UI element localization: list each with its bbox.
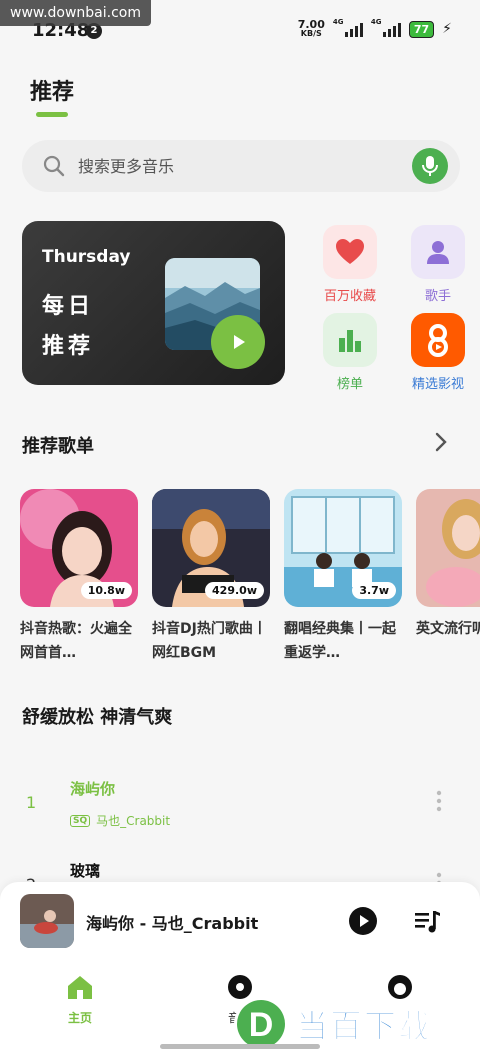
play-count-badge: 10.8w xyxy=(80,582,132,599)
home-icon xyxy=(68,976,92,999)
song-title: 海屿你 xyxy=(70,780,116,798)
playlist-cover: 10.8w xyxy=(20,489,138,607)
playlist-cover: 429.0w xyxy=(152,489,270,607)
video-icon xyxy=(411,313,465,367)
status-indicators: 7.00 KB/S 4G 4G 77 ⚡ xyxy=(297,18,452,38)
network-speed: 7.00 KB/S xyxy=(297,18,325,38)
signal-icon: 4G xyxy=(371,18,401,37)
playlist-name: 抖音DJ热门歌曲丨网红BGM xyxy=(152,621,267,661)
play-icon xyxy=(234,335,245,349)
microphone-icon xyxy=(422,156,438,176)
nav-item-home[interactable]: 主页 xyxy=(40,972,120,1026)
playlist-cover xyxy=(416,489,480,607)
song-number: 1 xyxy=(26,793,37,812)
search-input[interactable] xyxy=(78,140,398,192)
voice-search-button[interactable] xyxy=(412,148,448,184)
playlist-carousel[interactable]: 10.8w 抖音热歌：火遍全网首首… 429.0w 抖音DJ热门歌曲丨网红BGM xyxy=(20,489,480,669)
playlist-card[interactable]: 429.0w 抖音DJ热门歌曲丨网红BGM xyxy=(152,489,270,665)
playlist-card[interactable]: 3.7w 翻唱经典集丨一起重返学… xyxy=(284,489,402,665)
now-playing-cover xyxy=(20,894,74,948)
playlist-queue-icon[interactable] xyxy=(413,907,441,935)
playlist-cover: 3.7w xyxy=(284,489,402,607)
daily-play-button[interactable] xyxy=(211,315,265,369)
daily-weekday: Thursday xyxy=(42,247,131,267)
play-count-badge: 3.7w xyxy=(352,582,396,599)
quick-link-artists[interactable]: 歌手 xyxy=(393,225,480,304)
home-indicator[interactable] xyxy=(160,1044,320,1049)
quick-link-collections[interactable]: 百万收藏 xyxy=(305,225,395,304)
playlist-card[interactable]: 10.8w 抖音热歌：火遍全网首首… xyxy=(20,489,138,665)
tab-indicator xyxy=(36,112,68,117)
playlist-name: 英文流行听又治愈 xyxy=(416,621,480,637)
nav-label-home: 主页 xyxy=(67,1011,92,1025)
site-watermark: www.downbai.com xyxy=(0,0,151,26)
play-button[interactable] xyxy=(348,906,378,936)
song-row[interactable]: 1 海屿你 SQ 马也_Crabbit xyxy=(0,766,480,846)
charging-icon: ⚡ xyxy=(442,21,452,37)
chart-bars-icon xyxy=(323,313,377,367)
brand-text: 当百下载 xyxy=(295,1007,433,1046)
playlist-name: 抖音热歌：火遍全网首首… xyxy=(20,621,132,661)
section-title-playlists: 推荐歌单 xyxy=(22,436,94,457)
section-title-relax: 舒缓放松 神清气爽 xyxy=(22,707,173,728)
search-bar[interactable] xyxy=(22,140,460,192)
search-icon xyxy=(43,155,65,177)
signal-icon: 4G xyxy=(333,18,363,37)
playlist-card[interactable]: 英文流行听又治愈 xyxy=(416,489,480,665)
heart-icon xyxy=(323,225,377,279)
daily-recommend-card[interactable]: Thursday 每日推荐 xyxy=(22,221,285,385)
now-playing-title: 海屿你 - 马也_Crabbit xyxy=(86,914,259,933)
chevron-right-icon[interactable] xyxy=(432,431,450,453)
battery-indicator: 77 xyxy=(408,20,435,38)
tab-recommend[interactable]: 推荐 xyxy=(30,74,74,106)
daily-title: 每日推荐 xyxy=(42,294,95,359)
person-icon xyxy=(411,225,465,279)
song-artist: 马也_Crabbit xyxy=(96,814,171,828)
sq-quality-badge: SQ xyxy=(70,814,91,827)
song-meta: SQ 马也_Crabbit xyxy=(70,812,170,829)
quick-link-charts[interactable]: 榜单 xyxy=(305,313,395,392)
mini-player[interactable]: 海屿你 - 马也_Crabbit xyxy=(0,882,480,960)
svg-text:D: D xyxy=(249,1006,274,1044)
play-count-badge: 429.0w xyxy=(205,582,264,599)
playlist-name: 翻唱经典集丨一起重返学… xyxy=(284,621,396,661)
song-title: 玻璃 xyxy=(70,862,101,880)
quick-link-videos[interactable]: 精选影视 xyxy=(393,313,480,392)
more-options-icon[interactable] xyxy=(436,790,442,812)
